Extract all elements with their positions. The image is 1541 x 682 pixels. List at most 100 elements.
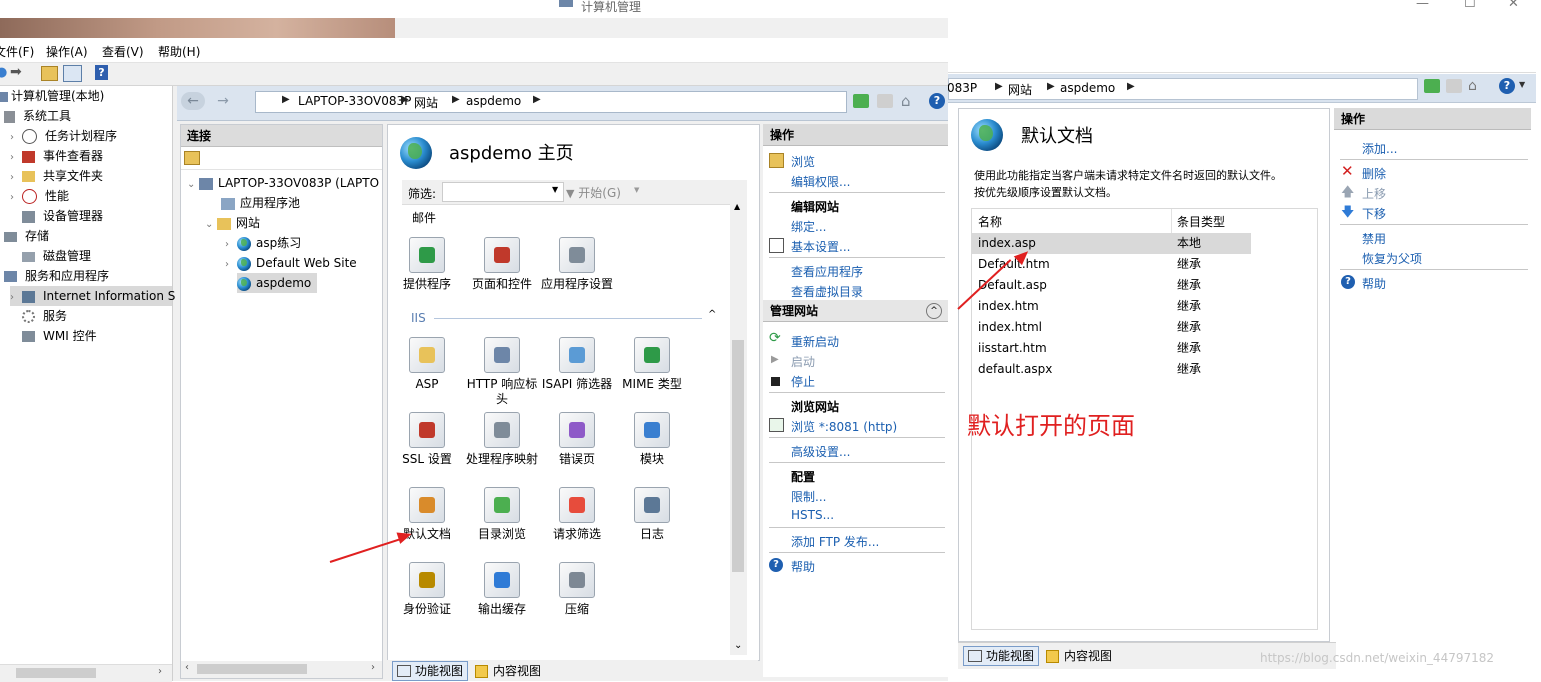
filter-dropdown-icon[interactable]: ▼: [552, 185, 558, 194]
start-filter-button[interactable]: ▼ 开始(G): [566, 184, 621, 201]
tree-task-scheduler[interactable]: › 任务计划程序: [10, 126, 117, 146]
breadcrumb-sites[interactable]: 网站: [414, 94, 438, 111]
forward-arrow-icon[interactable]: ➡: [10, 64, 22, 80]
home-icon[interactable]: ⌂: [901, 92, 911, 110]
start-dropdown-icon[interactable]: ▼: [634, 186, 639, 194]
restart-action[interactable]: 重新启动: [791, 333, 839, 350]
iis-address-field[interactable]: ▶ LAPTOP-33OV083P ▶ 网站 ▶ aspdemo ▶: [255, 91, 847, 113]
collapse-section-icon[interactable]: ^: [926, 303, 942, 319]
disable-action[interactable]: 禁用: [1362, 230, 1386, 247]
feature-view-tab[interactable]: 功能视图: [392, 661, 469, 681]
conn-app-pools[interactable]: 应用程序池: [221, 193, 300, 213]
refresh-icon[interactable]: [1424, 79, 1440, 93]
nav-back-button[interactable]: ←: [181, 92, 205, 110]
feature-item[interactable]: ASP: [402, 337, 465, 392]
content-view-tab[interactable]: 内容视图: [471, 662, 545, 680]
refresh-icon[interactable]: [853, 94, 869, 108]
scroll-down-icon[interactable]: ⌄: [734, 640, 742, 651]
limits-action[interactable]: 限制...: [791, 488, 826, 505]
expand-icon[interactable]: ›: [225, 235, 237, 255]
minimize-button[interactable]: —: [1416, 0, 1429, 11]
hsts-action[interactable]: HSTS...: [791, 508, 834, 522]
feature-item[interactable]: 目录浏览: [464, 487, 540, 542]
content-view-tab[interactable]: 内容视图: [1042, 647, 1116, 665]
feature-item[interactable]: 请求筛选: [539, 487, 615, 542]
tree-wmi[interactable]: WMI 控件: [22, 326, 97, 346]
expand-icon[interactable]: ›: [10, 288, 22, 308]
tree-storage[interactable]: 存储: [4, 226, 49, 246]
stop-action[interactable]: 停止: [791, 373, 815, 390]
tree-device-manager[interactable]: 设备管理器: [22, 206, 103, 226]
up-folder-icon[interactable]: [41, 66, 58, 81]
feature-item[interactable]: 模块: [614, 412, 690, 467]
features-vertical-scrollbar[interactable]: ▲ ⌄: [730, 180, 747, 655]
view-vdirs-action[interactable]: 查看虚拟目录: [791, 283, 863, 300]
tree-shared-folders[interactable]: › 共享文件夹: [10, 166, 103, 186]
feature-item[interactable]: 应用程序设置: [539, 237, 615, 292]
table-row[interactable]: default.aspx 继承: [972, 359, 1251, 380]
feature-item[interactable]: 页面和控件: [464, 237, 540, 292]
tree-services[interactable]: 服务: [22, 306, 67, 326]
breadcrumb-site[interactable]: aspdemo: [1060, 81, 1115, 95]
stop-icon[interactable]: [1446, 79, 1462, 93]
help-action[interactable]: 帮助: [1362, 275, 1386, 292]
collapse-icon[interactable]: ⌄: [187, 175, 199, 195]
table-row[interactable]: iisstart.htm 继承: [972, 338, 1251, 359]
scroll-up-icon[interactable]: ▲: [734, 202, 740, 211]
conn-server[interactable]: ⌄ LAPTOP-33OV083P (LAPTO: [187, 173, 379, 193]
scrollbar-thumb[interactable]: [197, 664, 307, 674]
col-header-name[interactable]: 名称: [978, 213, 1002, 230]
tree-services-apps[interactable]: 服务和应用程序: [4, 266, 109, 286]
feature-item[interactable]: 压缩: [539, 562, 615, 617]
basic-settings-action[interactable]: 基本设置...: [791, 238, 850, 255]
breadcrumb-server[interactable]: LAPTOP-33OV083P: [298, 94, 411, 108]
menu-action[interactable]: 操作(A): [46, 43, 88, 60]
feature-view-tab[interactable]: 功能视图: [963, 646, 1040, 666]
breadcrumb-site[interactable]: aspdemo: [466, 94, 521, 108]
feature-item[interactable]: HTTP 响应标头: [464, 337, 540, 407]
tree-disk-management[interactable]: 磁盘管理: [22, 246, 91, 266]
bindings-action[interactable]: 绑定...: [791, 218, 826, 235]
conn-site-default[interactable]: › Default Web Site: [225, 253, 357, 273]
expand-icon[interactable]: ›: [10, 128, 22, 148]
feature-item[interactable]: MIME 类型: [614, 337, 690, 392]
menu-help[interactable]: 帮助(H): [158, 43, 200, 60]
stop-icon[interactable]: [877, 94, 893, 108]
browse-port-action[interactable]: 浏览 *:8081 (http): [791, 418, 897, 435]
table-row[interactable]: index.asp 本地: [972, 233, 1251, 254]
scrollbar-thumb[interactable]: [16, 668, 96, 678]
scroll-right-icon[interactable]: ›: [371, 662, 375, 673]
scroll-left-icon[interactable]: ‹: [185, 662, 189, 673]
conn-site-aspdemo[interactable]: aspdemo: [237, 273, 318, 293]
conn-site-asp-practice[interactable]: › asp练习: [225, 233, 301, 253]
close-button[interactable]: ✕: [1508, 0, 1519, 11]
help-icon[interactable]: ?: [929, 93, 945, 109]
breadcrumb-sites[interactable]: 网站: [1008, 81, 1032, 98]
show-hide-tree-icon[interactable]: [63, 65, 82, 82]
expand-icon[interactable]: ›: [10, 148, 22, 168]
feature-item[interactable]: 输出缓存: [464, 562, 540, 617]
menu-view[interactable]: 查看(V): [102, 43, 144, 60]
advanced-settings-action[interactable]: 高级设置...: [791, 443, 850, 460]
tree-system-tools[interactable]: 系统工具: [4, 106, 71, 126]
feature-item[interactable]: 错误页: [539, 412, 615, 467]
feature-item[interactable]: 日志: [614, 487, 690, 542]
revert-action[interactable]: 恢复为父项: [1362, 250, 1422, 267]
table-row[interactable]: Default.asp 继承: [972, 275, 1251, 296]
delete-action[interactable]: 删除: [1362, 165, 1386, 182]
help-action[interactable]: 帮助: [791, 558, 815, 575]
help-book-icon[interactable]: ?: [95, 65, 108, 80]
scroll-right-icon[interactable]: ›: [158, 666, 162, 677]
tree-performance[interactable]: › 性能: [10, 186, 69, 206]
feature-item[interactable]: 提供程序: [402, 237, 465, 292]
connect-icon[interactable]: [184, 151, 200, 165]
back-address-field[interactable]: 083P ▶ 网站 ▶ aspdemo ▶: [947, 78, 1418, 100]
collapse-icon[interactable]: ⌄: [205, 215, 217, 235]
tree-iis[interactable]: › Internet Information S: [10, 286, 175, 308]
table-row[interactable]: index.html 继承: [972, 317, 1251, 338]
browse-action[interactable]: 浏览: [791, 153, 815, 170]
move-down-action[interactable]: 下移: [1362, 205, 1386, 222]
col-header-type[interactable]: 条目类型: [1177, 213, 1225, 230]
expand-icon[interactable]: ›: [10, 188, 22, 208]
expand-icon[interactable]: ›: [10, 168, 22, 188]
